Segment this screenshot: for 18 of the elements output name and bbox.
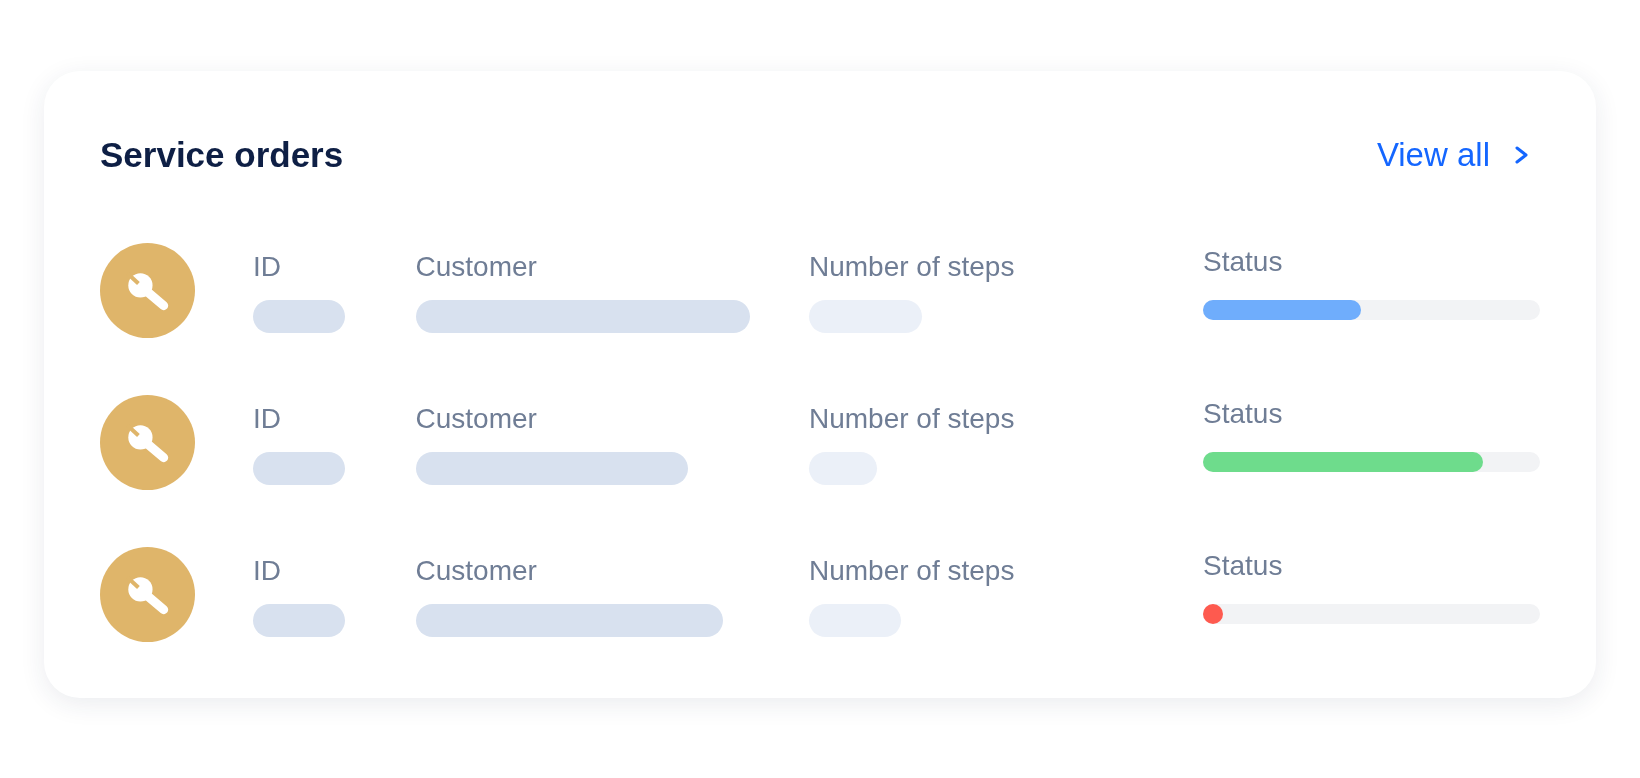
id-label: ID bbox=[253, 555, 281, 587]
chevron-right-icon bbox=[1514, 146, 1529, 164]
wrench-icon bbox=[100, 395, 195, 490]
wrench-icon bbox=[100, 243, 195, 338]
status-label: Status bbox=[1203, 398, 1283, 430]
steps-label: Number of steps bbox=[809, 555, 1015, 587]
view-all-link[interactable]: View all bbox=[1376, 136, 1529, 174]
card-title: Service orders bbox=[100, 136, 344, 174]
customer-label: Customer bbox=[415, 555, 537, 587]
status-label: Status bbox=[1203, 550, 1283, 582]
id-label: ID bbox=[253, 403, 281, 435]
steps-label: Number of steps bbox=[809, 403, 1015, 435]
steps-label: Number of steps bbox=[809, 251, 1015, 283]
wrench-icon bbox=[100, 547, 195, 642]
id-label: ID bbox=[253, 251, 281, 283]
status-label: Status bbox=[1203, 246, 1283, 278]
customer-label: Customer bbox=[415, 251, 537, 283]
customer-label: Customer bbox=[415, 403, 537, 435]
